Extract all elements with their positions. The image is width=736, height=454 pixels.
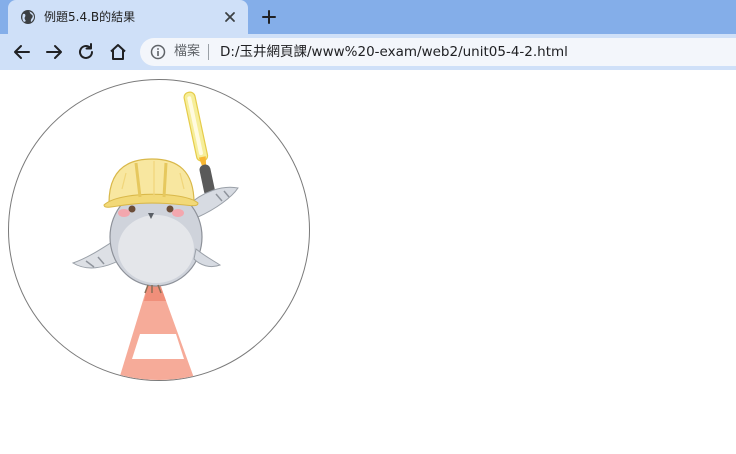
tab-title: 例題5.4.B的結果 [44,10,136,24]
browser-toolbar: 檔案 D:/玉井網頁課/www%20-exam/web2/unit05-4-2.… [0,34,736,70]
close-icon[interactable] [222,9,238,25]
address-bar[interactable]: 檔案 D:/玉井網頁課/www%20-exam/web2/unit05-4-2.… [140,38,736,66]
security-label: 檔案 [174,44,201,59]
reload-icon[interactable] [76,42,96,62]
address-divider [208,44,209,60]
tab-strip: 例題5.4.B的結果 [0,0,736,34]
plus-icon[interactable] [260,8,278,26]
page-content [0,70,736,454]
globe-icon [21,10,35,24]
arrow-right-icon[interactable] [44,42,64,62]
home-icon[interactable] [108,42,128,62]
circular-bird-image [8,79,310,381]
info-icon[interactable] [150,44,166,60]
browser-tab[interactable]: 例題5.4.B的結果 [8,0,248,34]
arrow-left-icon[interactable] [12,42,32,62]
url-text[interactable]: D:/玉井網頁課/www%20-exam/web2/unit05-4-2.htm… [220,43,568,61]
